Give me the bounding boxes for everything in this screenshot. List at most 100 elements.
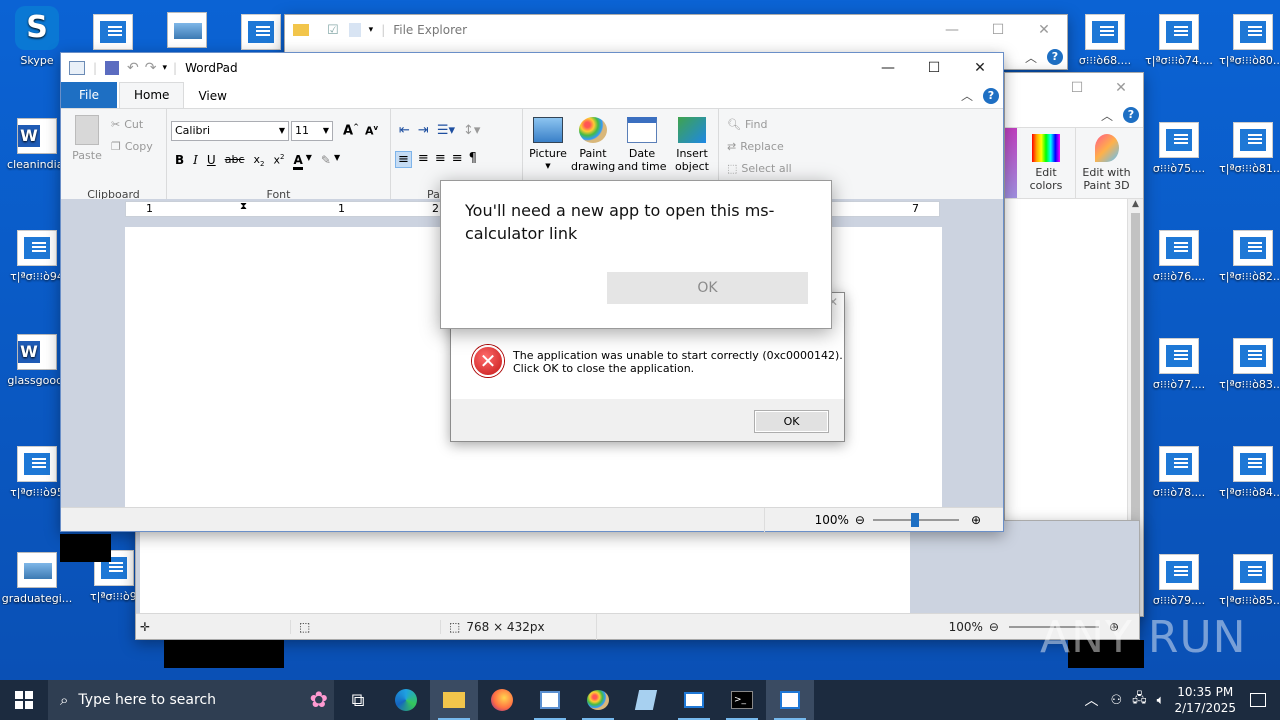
decrease-indent-icon[interactable]: ⇤ <box>399 123 410 138</box>
zoom-slider[interactable] <box>872 512 959 527</box>
date-time-button[interactable]: Date and time <box>617 117 667 173</box>
align-left-button[interactable]: ≡ <box>395 151 412 168</box>
font-color-button[interactable]: A <box>293 153 303 170</box>
paint-canvas[interactable] <box>140 521 910 613</box>
edit-colors-button[interactable]: Edit colors <box>1017 128 1075 198</box>
close-button[interactable]: ✕ <box>957 53 1003 83</box>
underline-button[interactable]: U <box>207 153 216 170</box>
paint-canvas-area[interactable]: ✛ ⬚ ⬚ 768 × 432px 100% ⊖ ⊕ <box>135 520 1140 640</box>
quick-access-dropdown[interactable]: ▾ <box>369 25 374 35</box>
increase-indent-icon[interactable]: ⇥ <box>418 123 429 138</box>
align-right-button[interactable]: ≡ <box>435 151 446 168</box>
chevron-up-icon[interactable]: ︿ <box>1101 107 1113 124</box>
undo-icon[interactable]: ↶ <box>127 60 139 76</box>
subscript-button[interactable]: x2 <box>253 153 264 170</box>
chevron-up-icon[interactable]: ︿ <box>1085 690 1099 710</box>
task-view-button[interactable]: ⧉ <box>334 680 382 720</box>
desktop-icon-wordpad-doc[interactable]: τ|ªσ⁝⁝⁝ò83.... <box>1216 338 1280 391</box>
paste-button[interactable]: Paste <box>69 115 105 162</box>
zoom-in-icon[interactable]: ⊕ <box>971 513 981 527</box>
desktop-icon-wordpad-doc[interactable] <box>76 14 150 54</box>
line-spacing-icon[interactable]: ↕▾ <box>463 123 480 138</box>
maximize-button[interactable]: ☐ <box>1055 73 1099 103</box>
desktop-icon-wordpad-doc[interactable]: τ|ªσ⁝⁝⁝ò74.... <box>1142 14 1216 67</box>
replace-button[interactable]: ⇄ Replace <box>727 135 784 157</box>
maximize-button[interactable]: ☐ <box>975 15 1021 45</box>
picture-button[interactable]: Picture ▼ <box>527 117 569 173</box>
desktop-icon-picture[interactable] <box>150 12 224 52</box>
taskbar-paint[interactable] <box>574 680 622 720</box>
save-icon[interactable] <box>105 61 120 75</box>
close-button[interactable]: ✕ <box>1099 73 1143 103</box>
scroll-up-icon[interactable]: ▲ <box>1128 199 1143 209</box>
search-box[interactable]: ⌕ Type here to search ✿ <box>48 680 334 720</box>
superscript-button[interactable]: x2 <box>273 153 284 170</box>
desktop-icon-wordpad-doc[interactable]: σ⁝⁝⁝ò68.... <box>1068 14 1142 67</box>
indent-marker[interactable]: ⧗ <box>240 201 247 212</box>
edit-paint3d-button[interactable]: Edit with Paint 3D <box>1075 128 1137 198</box>
network-icon[interactable]: 🖧︎ <box>1132 689 1147 711</box>
start-button[interactable] <box>0 680 48 720</box>
taskbar-wordpad[interactable] <box>766 680 814 720</box>
desktop-icon-wordpad-doc[interactable]: σ⁝⁝⁝ò79.... <box>1142 554 1216 607</box>
chevron-down-icon[interactable]: ▼ <box>306 153 312 170</box>
bullets-icon[interactable]: ☰▾ <box>437 123 455 138</box>
grow-font-icon[interactable]: A^ <box>343 123 359 138</box>
highlight-button[interactable]: ✎ <box>321 153 331 170</box>
desktop-icon-wordpad-doc[interactable]: τ|ªσ⁝⁝⁝ò80.... <box>1216 14 1280 67</box>
insert-object-button[interactable]: Insert object <box>669 117 715 173</box>
italic-button[interactable]: I <box>193 153 198 170</box>
taskbar-cmd[interactable]: >_ <box>718 680 766 720</box>
volume-icon[interactable]: 🔈︎ <box>1157 693 1165 708</box>
font-size-select[interactable]: 11 ▼ <box>291 121 333 141</box>
desktop-icon-wordpad-doc[interactable]: σ⁝⁝⁝ò77.... <box>1142 338 1216 391</box>
tab-view[interactable]: View <box>184 84 240 108</box>
taskbar-firefox[interactable] <box>478 680 526 720</box>
error-ok-button[interactable]: OK <box>754 410 829 433</box>
chevron-up-icon[interactable]: ︿ <box>961 87 973 104</box>
find-button[interactable]: 🔍︎ Find <box>727 113 768 135</box>
help-icon[interactable]: ? <box>1123 107 1139 123</box>
paint-drawing-button[interactable]: Paint drawing <box>571 117 615 173</box>
zoom-slider-thumb[interactable] <box>910 512 919 527</box>
taskbar-wordpad-2[interactable] <box>670 680 718 720</box>
shrink-font-icon[interactable]: Av <box>365 124 378 138</box>
help-icon[interactable]: ? <box>1047 49 1063 65</box>
desktop-icon-wordpad-doc[interactable]: σ⁝⁝⁝ò76.... <box>1142 230 1216 283</box>
redo-icon[interactable]: ↷ <box>145 60 157 76</box>
paragraph-button[interactable]: ¶ <box>469 151 477 168</box>
clock[interactable]: 10:35 PM 2/17/2025 <box>1174 684 1236 716</box>
app-needed-dialog[interactable]: You'll need a new app to open this ms-ca… <box>440 180 832 329</box>
desktop-icon-wordpad-doc[interactable]: σ⁝⁝⁝ò78.... <box>1142 446 1216 499</box>
chevron-up-icon[interactable]: ︿ <box>1025 49 1037 66</box>
zoom-out-icon[interactable]: ⊖ <box>989 620 999 634</box>
maximize-button[interactable]: ☐ <box>911 53 957 83</box>
select-all-button[interactable]: ⬚ Select all <box>727 157 792 179</box>
notification-icon[interactable] <box>1250 693 1266 707</box>
align-center-button[interactable]: ≡ <box>418 151 429 168</box>
bold-button[interactable]: B <box>175 153 184 170</box>
font-name-select[interactable]: Calibri ▼ <box>171 121 289 141</box>
desktop-icon-wordpad-doc[interactable]: τ|ªσ⁝⁝⁝ò82.... <box>1216 230 1280 283</box>
desktop-icon-wordpad-doc[interactable]: τ|ªσ⁝⁝⁝ò85.... <box>1216 554 1280 607</box>
strikethrough-button[interactable]: abc <box>225 153 245 170</box>
chevron-down-icon[interactable]: ▼ <box>334 153 340 170</box>
taskbar-file-explorer[interactable] <box>430 680 478 720</box>
copy-button[interactable]: ❐ Copy <box>111 135 153 157</box>
justify-button[interactable]: ≡ <box>452 151 463 168</box>
desktop-icon-wordpad-doc[interactable]: τ|ªσ⁝⁝⁝ò81.... <box>1216 122 1280 175</box>
close-button[interactable]: ✕ <box>1021 15 1067 45</box>
quick-access-dropdown[interactable]: ▾ <box>163 63 168 73</box>
help-icon[interactable]: ? <box>983 87 999 104</box>
taskbar-notepad[interactable] <box>622 680 670 720</box>
taskbar-photos[interactable] <box>526 680 574 720</box>
cut-button[interactable]: ✂ Cut <box>111 113 143 135</box>
app-dialog-ok-button[interactable]: OK <box>607 272 808 304</box>
minimize-button[interactable]: — <box>865 53 911 83</box>
desktop-icon-wordpad-doc[interactable]: σ⁝⁝⁝ò75.... <box>1142 122 1216 175</box>
taskbar-edge[interactable] <box>382 680 430 720</box>
meet-now-icon[interactable]: ⚇ <box>1111 693 1123 708</box>
desktop-icon-wordpad-doc[interactable]: τ|ªσ⁝⁝⁝ò84.... <box>1216 446 1280 499</box>
scrollbar-thumb[interactable] <box>1131 213 1140 533</box>
minimize-button[interactable]: — <box>929 15 975 45</box>
